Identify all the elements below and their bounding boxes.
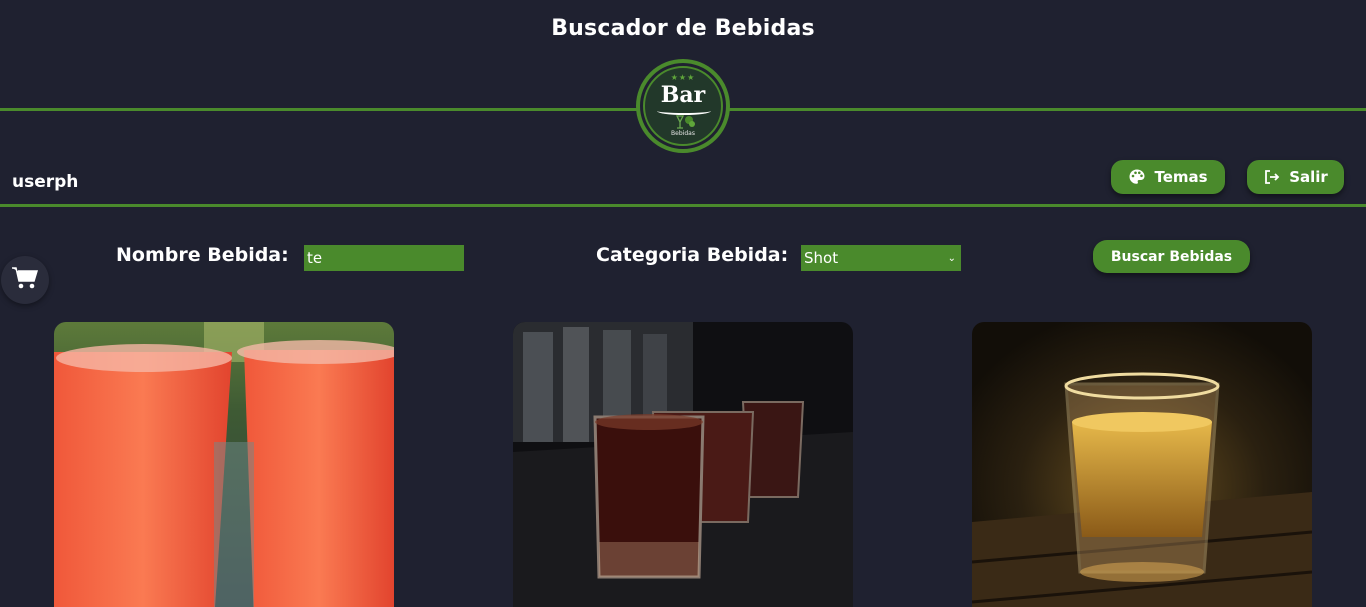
page-title: Buscador de Bebidas xyxy=(551,16,815,41)
drink-card[interactable] xyxy=(54,322,394,607)
logo-subtext: Bebidas xyxy=(671,130,695,137)
logo-text: Bar xyxy=(660,82,706,108)
chevron-down-icon: ⌄ xyxy=(947,252,956,264)
salir-label: Salir xyxy=(1289,168,1328,186)
username: userph xyxy=(12,172,79,192)
logout-icon xyxy=(1263,168,1281,186)
categoria-bebida-label: Categoria Bebida: xyxy=(596,244,789,266)
drink-card[interactable] xyxy=(972,322,1312,607)
temas-label: Temas xyxy=(1154,168,1208,186)
drink-image xyxy=(54,322,394,607)
drink-image xyxy=(972,322,1312,607)
nombre-bebida-label: Nombre Bebida: xyxy=(116,244,289,266)
cart-button[interactable] xyxy=(1,256,49,304)
bar-logo: ★★★ Bar Bebidas xyxy=(636,59,730,153)
drink-image xyxy=(513,322,853,607)
nombre-bebida-input[interactable] xyxy=(304,245,464,271)
salir-button[interactable]: Salir xyxy=(1247,160,1344,194)
temas-button[interactable]: Temas xyxy=(1111,160,1225,194)
header-divider-bottom xyxy=(0,204,1366,207)
palette-icon xyxy=(1128,168,1146,186)
buscar-bebidas-button[interactable]: Buscar Bebidas xyxy=(1093,240,1250,273)
categoria-selected-value: Shot xyxy=(804,249,839,267)
categoria-bebida-select[interactable]: Shot ⌄ xyxy=(801,245,961,271)
drink-card[interactable] xyxy=(513,322,853,607)
cart-icon xyxy=(11,266,39,294)
